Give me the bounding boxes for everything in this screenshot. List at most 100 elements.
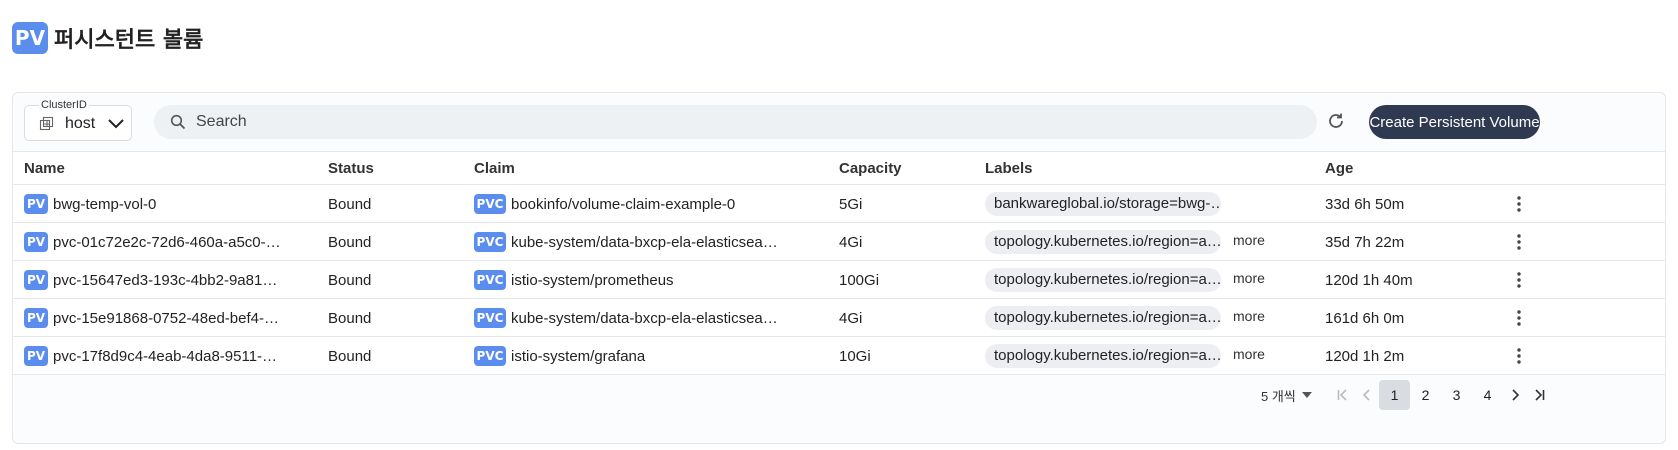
column-header-status[interactable]: Status [328, 152, 374, 186]
pv-name: pvc-15647ed3-193c-4bb2-9a81… [53, 271, 278, 289]
cell-name[interactable]: PV pvc-15647ed3-193c-4bb2-9a81… [24, 261, 277, 299]
last-page-icon [1535, 389, 1545, 401]
cell-name[interactable]: PV pvc-15e91868-0752-48ed-bef4-… [24, 299, 279, 337]
caret-down-icon [1301, 392, 1312, 398]
table-row[interactable]: PV pvc-01c72e2c-72d6-460a-a5c0-… Bound P… [13, 223, 1665, 261]
cell-labels: bankwareglobal.io/storage=bwg-… [985, 185, 1221, 223]
cluster-select-label: ClusterID [39, 99, 89, 111]
next-page-icon [1512, 389, 1520, 401]
kebab-menu-icon [1517, 272, 1521, 288]
pvc-badge: PVC [474, 346, 506, 366]
cell-claim[interactable]: PVC kube-system/data-bxcp-ela-elasticsea… [474, 223, 778, 261]
table-row[interactable]: PV bwg-temp-vol-0 Bound PVC bookinfo/vol… [13, 185, 1665, 223]
labels-more-link[interactable]: more [1233, 346, 1265, 362]
pv-logo: PV [12, 22, 48, 54]
search-box[interactable] [154, 105, 1317, 139]
first-page-button[interactable] [1331, 380, 1355, 410]
column-header-age[interactable]: Age [1325, 152, 1353, 186]
cell-status: Bound [328, 271, 372, 289]
label-chip: bankwareglobal.io/storage=bwg-… [985, 192, 1221, 216]
row-menu-button[interactable] [1509, 223, 1529, 261]
cell-age: 33d 6h 50m [1325, 195, 1405, 213]
search-icon [170, 114, 186, 130]
page-button[interactable]: 3 [1441, 380, 1472, 410]
last-page-button[interactable] [1527, 380, 1551, 410]
prev-page-icon [1362, 389, 1370, 401]
cell-claim[interactable]: PVC kube-system/data-bxcp-ela-elasticsea… [474, 299, 778, 337]
table-footer: 5 개씩 1234 [13, 375, 1665, 415]
page-header: PV 퍼시스턴트 볼륨 [12, 22, 203, 54]
cell-age: 35d 7h 22m [1325, 233, 1405, 251]
page-numbers: 1234 [1379, 380, 1503, 410]
page-button[interactable]: 1 [1379, 380, 1410, 410]
cell-name[interactable]: PV pvc-17f8d9c4-4eab-4da8-9511-… [24, 337, 277, 375]
prev-page-button[interactable] [1355, 380, 1379, 410]
cluster-select[interactable]: ClusterID host [24, 99, 132, 141]
cell-status: Bound [328, 347, 372, 365]
pv-list-card: ClusterID host Cre [12, 92, 1666, 444]
page-button[interactable]: 2 [1410, 380, 1441, 410]
cell-capacity: 5Gi [839, 195, 863, 213]
label-chip: topology.kubernetes.io/region=a… [985, 306, 1221, 330]
table-row[interactable]: PV pvc-15e91868-0752-48ed-bef4-… Bound P… [13, 299, 1665, 337]
row-menu-button[interactable] [1509, 337, 1529, 375]
next-page-button[interactable] [1503, 380, 1527, 410]
kebab-menu-icon [1517, 310, 1521, 326]
cell-capacity: 10Gi [839, 347, 871, 365]
rows-per-page-value: 5 개씩 [1261, 388, 1296, 404]
pv-badge: PV [24, 232, 48, 252]
column-header-capacity[interactable]: Capacity [839, 152, 902, 186]
cell-labels: topology.kubernetes.io/region=a… more [985, 223, 1265, 261]
cell-claim[interactable]: PVC istio-system/prometheus [474, 261, 674, 299]
cell-labels: topology.kubernetes.io/region=a… more [985, 261, 1265, 299]
first-page-icon [1337, 389, 1347, 401]
kebab-menu-icon [1517, 234, 1521, 250]
chevron-down-icon [108, 119, 124, 129]
pv-name: pvc-01c72e2c-72d6-460a-a5c0-… [53, 233, 281, 251]
pv-name: bwg-temp-vol-0 [53, 195, 157, 213]
cell-labels: topology.kubernetes.io/region=a… more [985, 299, 1265, 337]
cell-status: Bound [328, 195, 372, 213]
table-header: Name Status Claim Capacity Labels Age [13, 151, 1665, 185]
row-menu-button[interactable] [1509, 299, 1529, 337]
search-input[interactable] [196, 105, 1296, 139]
pvc-badge: PVC [474, 308, 506, 328]
cell-name[interactable]: PV bwg-temp-vol-0 [24, 185, 156, 223]
table-row[interactable]: PV pvc-17f8d9c4-4eab-4da8-9511-… Bound P… [13, 337, 1665, 375]
pv-badge: PV [24, 270, 48, 290]
kebab-menu-icon [1517, 348, 1521, 364]
page-button[interactable]: 4 [1472, 380, 1503, 410]
cell-age: 161d 6h 0m [1325, 309, 1405, 327]
cell-name[interactable]: PV pvc-01c72e2c-72d6-460a-a5c0-… [24, 223, 281, 261]
labels-more-link[interactable]: more [1233, 270, 1265, 286]
cell-age: 120d 1h 40m [1325, 271, 1413, 289]
claim-name: istio-system/prometheus [511, 271, 674, 289]
create-persistent-volume-button[interactable]: Create Persistent Volume [1369, 105, 1540, 139]
pv-badge: PV [24, 308, 48, 328]
claim-name: bookinfo/volume-claim-example-0 [511, 195, 736, 213]
cell-claim[interactable]: PVC istio-system/grafana [474, 337, 645, 375]
cell-capacity: 4Gi [839, 233, 863, 251]
row-menu-button[interactable] [1509, 261, 1529, 299]
labels-more-link[interactable]: more [1233, 308, 1265, 324]
column-header-name[interactable]: Name [24, 152, 65, 186]
refresh-button[interactable] [1323, 108, 1349, 134]
kebab-menu-icon [1517, 196, 1521, 212]
labels-more-link[interactable]: more [1233, 232, 1265, 248]
cell-status: Bound [328, 309, 372, 327]
row-menu-button[interactable] [1509, 185, 1529, 223]
table-row[interactable]: PV pvc-15647ed3-193c-4bb2-9a81… Bound PV… [13, 261, 1665, 299]
toolbar: ClusterID host Cre [13, 93, 1665, 159]
label-chip: topology.kubernetes.io/region=a… [985, 230, 1221, 254]
column-header-labels[interactable]: Labels [985, 152, 1033, 186]
cell-claim[interactable]: PVC bookinfo/volume-claim-example-0 [474, 185, 735, 223]
pvc-badge: PVC [474, 270, 506, 290]
claim-name: kube-system/data-bxcp-ela-elasticsea… [511, 233, 778, 251]
pv-badge: PV [24, 346, 48, 366]
column-header-claim[interactable]: Claim [474, 152, 515, 186]
cell-age: 120d 1h 2m [1325, 347, 1405, 365]
rows-per-page-select[interactable]: 5 개씩 [1261, 383, 1312, 407]
label-chip: topology.kubernetes.io/region=a… [985, 268, 1221, 292]
pagination: 1234 [1331, 379, 1551, 411]
cell-capacity: 4Gi [839, 309, 863, 327]
